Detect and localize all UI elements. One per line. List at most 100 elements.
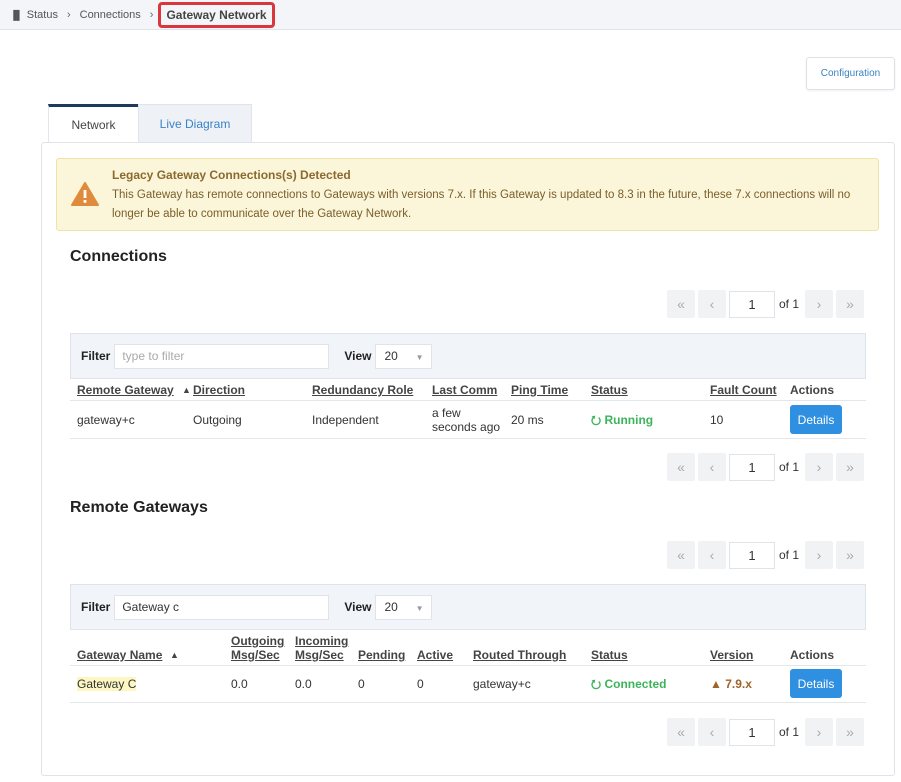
col-direction[interactable]: Direction bbox=[193, 383, 245, 397]
col-status[interactable]: Status bbox=[591, 383, 628, 397]
warning-icon bbox=[71, 182, 99, 206]
col-last-comm[interactable]: Last Comm bbox=[432, 383, 497, 397]
col-outgoing-msg-sec[interactable]: Outgoing Msg/Sec bbox=[231, 634, 291, 662]
first-page-button[interactable]: « bbox=[667, 718, 695, 746]
col-gateway-name[interactable]: Gateway Name bbox=[77, 648, 162, 662]
cell-gateway-name: Gateway C bbox=[77, 677, 137, 691]
connections-pager-bottom: « ‹ 1 of 1 › » bbox=[667, 453, 867, 481]
view-label: View bbox=[344, 349, 372, 363]
connections-view-select[interactable]: 20 ▼ bbox=[375, 343, 433, 369]
table-row: Gateway C 0.0 0.0 0 0 gateway+c ⭮ Connec… bbox=[70, 666, 866, 702]
details-button[interactable]: Details bbox=[790, 405, 842, 434]
prev-page-button[interactable]: ‹ bbox=[698, 290, 726, 318]
chevron-right-icon: › bbox=[66, 9, 71, 21]
connections-table-header: Remote Gateway ▲ Direction Redundancy Ro… bbox=[70, 383, 866, 399]
legacy-warning-alert: Legacy Gateway Connections(s) Detected T… bbox=[56, 158, 879, 231]
alert-message: This Gateway has remote connections to G… bbox=[112, 189, 851, 220]
col-status[interactable]: Status bbox=[591, 648, 628, 662]
col-actions: Actions bbox=[790, 648, 835, 662]
remote-gateways-pager-bottom: « ‹ 1 of 1 › » bbox=[667, 718, 867, 746]
remote-gateways-table-header: Gateway Name ▲ Outgoing Msg/Sec Incoming… bbox=[70, 634, 866, 664]
page-input[interactable]: 1 bbox=[729, 718, 775, 746]
remote-gateways-view-select[interactable]: 20 ▼ bbox=[375, 594, 433, 620]
page-count: of 1 bbox=[779, 548, 800, 562]
cell-redundancy-role: Independent bbox=[312, 413, 379, 427]
chevron-down-icon: ▼ bbox=[415, 352, 424, 362]
last-page-button[interactable]: » bbox=[836, 453, 865, 481]
divider bbox=[70, 438, 866, 439]
connections-filter-bar: Filter type to filter View 20 ▼ bbox=[70, 333, 866, 379]
col-routed-through[interactable]: Routed Through bbox=[473, 648, 566, 662]
page-count: of 1 bbox=[779, 460, 800, 474]
col-remote-gateway[interactable]: Remote Gateway bbox=[77, 383, 174, 397]
cell-ping-time: 20 ms bbox=[511, 413, 544, 427]
warning-icon: ▲ bbox=[710, 677, 722, 691]
col-pending[interactable]: Pending bbox=[358, 648, 405, 662]
prev-page-button[interactable]: ‹ bbox=[698, 453, 726, 481]
last-page-button[interactable]: » bbox=[836, 718, 865, 746]
cell-status: ⭮ Connected bbox=[591, 677, 667, 691]
details-button[interactable]: Details bbox=[790, 669, 842, 698]
cell-remote-gateway: gateway+c bbox=[77, 413, 135, 427]
col-ping-time[interactable]: Ping Time bbox=[511, 383, 568, 397]
remote-gateways-filter-bar: Filter Gateway c View 20 ▼ bbox=[70, 584, 866, 630]
cell-status: ⭮ Running bbox=[591, 413, 654, 427]
tab-network[interactable]: Network bbox=[48, 104, 138, 142]
tab-live-diagram[interactable]: Live Diagram bbox=[138, 104, 252, 142]
remote-gateways-heading: Remote Gateways bbox=[70, 499, 208, 516]
connections-pager-top: « ‹ 1 of 1 › » bbox=[667, 290, 867, 318]
cell-pending: 0 bbox=[358, 677, 365, 691]
next-page-button[interactable]: › bbox=[805, 541, 834, 569]
page-input[interactable]: 1 bbox=[729, 290, 775, 318]
breadcrumb: ▐▌ Status › Connections › Gateway Networ… bbox=[10, 0, 275, 30]
cell-fault-count: 10 bbox=[710, 413, 724, 427]
prev-page-button[interactable]: ‹ bbox=[698, 541, 726, 569]
breadcrumb-connections[interactable]: Connections bbox=[80, 9, 141, 21]
cell-routed-through: gateway+c bbox=[473, 677, 531, 691]
col-actions: Actions bbox=[790, 383, 835, 397]
cell-outgoing: 0.0 bbox=[231, 677, 248, 691]
breadcrumb-status[interactable]: Status bbox=[27, 9, 58, 21]
col-incoming-msg-sec[interactable]: Incoming Msg/Sec bbox=[295, 634, 355, 662]
cell-version: ▲ 7.9.x bbox=[710, 677, 752, 691]
col-redundancy-role[interactable]: Redundancy Role bbox=[312, 383, 413, 397]
last-page-button[interactable]: » bbox=[836, 290, 865, 318]
chart-bars-icon: ▐▌ bbox=[10, 10, 23, 20]
page-count: of 1 bbox=[779, 725, 800, 739]
cell-direction: Outgoing bbox=[193, 413, 242, 427]
view-value: 20 bbox=[384, 349, 398, 363]
page-input[interactable]: 1 bbox=[729, 541, 775, 569]
filter-label: Filter bbox=[81, 600, 111, 614]
cell-active: 0 bbox=[417, 677, 424, 691]
refresh-icon: ⭮ bbox=[591, 677, 602, 691]
first-page-button[interactable]: « bbox=[667, 453, 695, 481]
configuration-button[interactable]: Configuration bbox=[806, 57, 895, 90]
refresh-icon: ⭮ bbox=[591, 413, 602, 427]
next-page-button[interactable]: › bbox=[805, 290, 834, 318]
col-active[interactable]: Active bbox=[417, 648, 453, 662]
chevron-right-icon: › bbox=[149, 9, 154, 21]
next-page-button[interactable]: › bbox=[805, 718, 834, 746]
remote-gateways-pager-top: « ‹ 1 of 1 › » bbox=[667, 541, 867, 569]
top-bar: ▐▌ Status › Connections › Gateway Networ… bbox=[0, 0, 901, 30]
first-page-button[interactable]: « bbox=[667, 290, 695, 318]
divider bbox=[70, 702, 866, 703]
first-page-button[interactable]: « bbox=[667, 541, 695, 569]
cell-last-comm: a few seconds ago bbox=[432, 406, 501, 434]
chevron-down-icon: ▼ bbox=[415, 603, 424, 613]
connections-filter-input[interactable]: type to filter bbox=[114, 343, 330, 369]
view-label: View bbox=[344, 600, 372, 614]
breadcrumb-current: Gateway Network bbox=[158, 2, 275, 28]
col-version[interactable]: Version bbox=[710, 648, 753, 662]
page-input[interactable]: 1 bbox=[729, 453, 775, 481]
remote-gateways-filter-input[interactable]: Gateway c bbox=[114, 594, 330, 620]
filter-label: Filter bbox=[81, 349, 111, 363]
last-page-button[interactable]: » bbox=[836, 541, 865, 569]
cell-incoming: 0.0 bbox=[295, 677, 312, 691]
tab-bar: Network Live Diagram bbox=[48, 104, 252, 142]
table-row: gateway+c Outgoing Independent a few sec… bbox=[70, 401, 866, 438]
next-page-button[interactable]: › bbox=[805, 453, 834, 481]
page-count: of 1 bbox=[779, 297, 800, 311]
prev-page-button[interactable]: ‹ bbox=[698, 718, 726, 746]
col-fault-count[interactable]: Fault Count bbox=[710, 383, 777, 397]
